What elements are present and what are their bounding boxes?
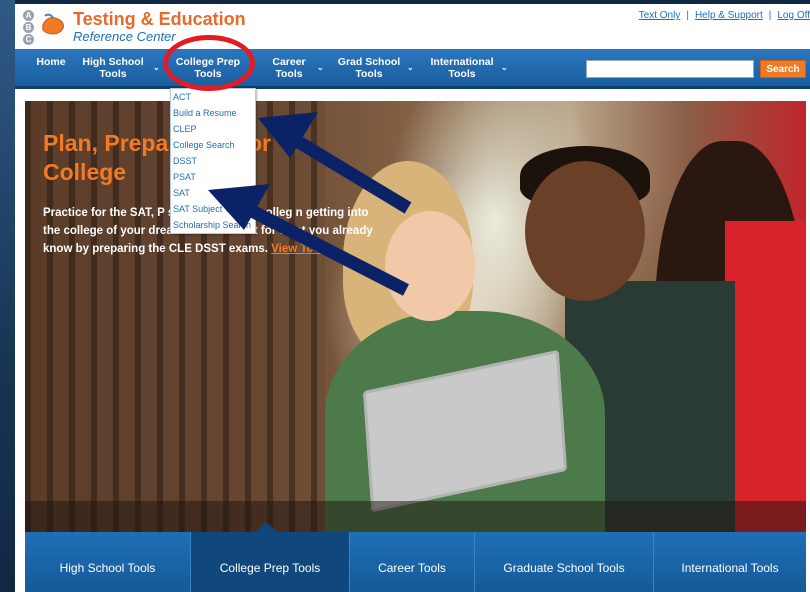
active-tab-pointer — [255, 522, 277, 532]
dropdown-item-dsst[interactable]: DSST — [171, 153, 255, 169]
help-support-link[interactable]: Help & Support — [695, 10, 763, 21]
dropdown-item-act[interactable]: ACT — [171, 89, 255, 105]
nav-home[interactable]: Home — [35, 56, 67, 68]
tab-career-tools[interactable]: Career Tools — [350, 532, 475, 592]
dropdown-item-sat-subject-tests[interactable]: SAT Subject Tests — [171, 201, 255, 217]
hero-photo-red-shirt — [725, 221, 806, 532]
annotation-red-circle — [163, 35, 255, 91]
chevron-down-icon: ⌄ — [153, 63, 160, 72]
nav-international-tools[interactable]: International Tools ⌄ — [429, 56, 507, 80]
view-tools-link[interactable]: View Tools — [271, 243, 330, 255]
tab-college-prep-tools[interactable]: College Prep Tools — [191, 532, 350, 592]
dropdown-item-sat[interactable]: SAT — [171, 185, 255, 201]
abc-blocks-icon: A B C — [23, 10, 37, 46]
dropdown-item-scholarship-search[interactable]: Scholarship Search — [171, 217, 255, 233]
dropdown-item-clep[interactable]: CLEP — [171, 121, 255, 137]
dropdown-item-college-search[interactable]: College Search — [171, 137, 255, 153]
college-prep-dropdown: ACT Build a Resume CLEP College Search D… — [170, 88, 256, 234]
hero-shadow — [25, 501, 806, 532]
site-subtitle: Reference Center — [73, 29, 176, 44]
utility-links: Text Only | Help & Support | Log Off — [639, 10, 810, 21]
site-title: Testing & Education — [73, 9, 246, 29]
search-button[interactable]: Search — [760, 60, 806, 78]
mouse-icon — [42, 13, 64, 35]
nav-grad-school-tools[interactable]: Grad School Tools ⌄ — [337, 56, 414, 80]
dropdown-item-psat[interactable]: PSAT — [171, 169, 255, 185]
chevron-down-icon: ⌄ — [407, 63, 414, 72]
hero-photo-student-middle-face — [525, 161, 645, 301]
hero-banner: Plan, Prepafor College Practice for the … — [25, 101, 806, 532]
nav-high-school-tools[interactable]: High School Tools ⌄ — [79, 56, 159, 80]
separator: | — [768, 10, 772, 21]
window-left-edge — [0, 0, 15, 592]
chevron-down-icon: ⌄ — [317, 63, 324, 72]
tab-high-school-tools[interactable]: High School Tools — [25, 532, 191, 592]
text-only-link[interactable]: Text Only — [639, 10, 681, 21]
log-off-link[interactable]: Log Off — [777, 10, 810, 21]
chevron-down-icon: ⌄ — [501, 63, 508, 72]
nav-career-tools[interactable]: Career Tools ⌄ — [267, 56, 323, 80]
dropdown-item-build-a-resume[interactable]: Build a Resume — [171, 105, 255, 121]
search-input[interactable] — [586, 60, 754, 78]
tab-international-tools[interactable]: International Tools — [654, 532, 806, 592]
section-tabs: High School Tools College Prep Tools Car… — [25, 522, 806, 592]
hero-photo-student-left-face — [385, 211, 475, 321]
page: A B C Testing & Education Reference Cent… — [15, 4, 810, 592]
tab-graduate-school-tools[interactable]: Graduate School Tools — [475, 532, 654, 592]
separator: | — [686, 10, 689, 21]
main-nav: Home High School Tools ⌄ College Prep To… — [15, 49, 810, 89]
